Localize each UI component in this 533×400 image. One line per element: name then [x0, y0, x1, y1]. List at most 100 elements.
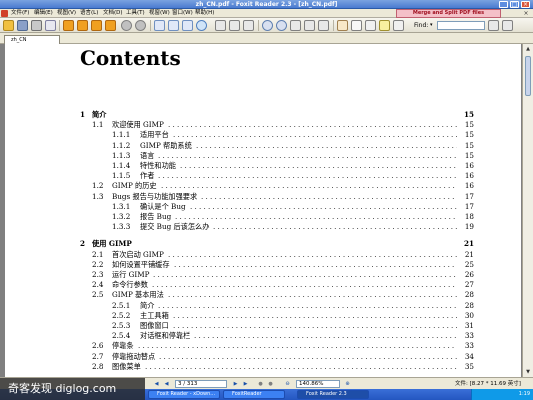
fit-width-icon[interactable]	[168, 20, 179, 31]
document-size-label: 文件: [8.27 * 11.69 英寸]	[455, 381, 521, 387]
menu-views[interactable]: 视窗(W)	[149, 9, 170, 18]
zoom-icon[interactable]	[196, 20, 207, 31]
find-next-icon[interactable]	[502, 20, 513, 31]
previous-page-button[interactable]: ◀	[162, 380, 171, 388]
toc-entry[interactable]: 2.8 图像菜单.................................…	[5, 362, 521, 372]
forward-button[interactable]: ●	[266, 380, 275, 388]
find-previous-icon[interactable]	[488, 20, 499, 31]
toc-entry[interactable]: 1.3.1 确认是个 Bug...........................…	[5, 202, 521, 212]
vertical-scrollbar[interactable]: ▲ ▼	[522, 44, 533, 377]
toc-entry[interactable]: 2.5.2 主工具箱...............................…	[5, 311, 521, 321]
toc-entry[interactable]: 1.3.3 提交 Bug 后该怎么办.......................…	[5, 222, 521, 232]
note-icon[interactable]	[379, 20, 390, 31]
open-folder-icon[interactable]	[3, 20, 14, 31]
fit-page-icon[interactable]	[154, 20, 165, 31]
toc-entry[interactable]: 2.3 运行 GIMP..............................…	[5, 270, 521, 280]
typewriter-icon[interactable]	[393, 20, 404, 31]
last-page-button[interactable]: ▶	[241, 380, 250, 388]
page-number-field[interactable]: 3 / 313	[175, 380, 227, 388]
hand-tool-icon[interactable]	[337, 20, 348, 31]
rotate-left-icon[interactable]	[215, 20, 226, 31]
toc-entry[interactable]: 2.5.4 对话框和停靠栏............................…	[5, 331, 521, 341]
back-button[interactable]: ●	[256, 380, 265, 388]
toc-entry[interactable]: 2.5.3 图像窗口...............................…	[5, 321, 521, 331]
actual-size-icon[interactable]	[182, 20, 193, 31]
toc-entry-number: 2.5.4	[112, 331, 131, 341]
toc-entry[interactable]: 2.2 如何设置平铺缓存.............................…	[5, 260, 521, 270]
toc-entry-number: 2.6	[92, 341, 104, 351]
toc-entry-number: 1.1.5	[112, 171, 131, 181]
back-icon[interactable]	[121, 20, 132, 31]
toc-entry[interactable]: 1.2 GIMP 的历史.............................…	[5, 181, 521, 191]
zoom-in-button[interactable]: ⊕	[343, 380, 352, 388]
document-view[interactable]: Contents 1 简介 15 1.1 欢迎使用 GIMP..............…	[0, 44, 533, 377]
menu-tools[interactable]: 工具(T)	[126, 9, 145, 18]
menu-window[interactable]: 窗口(W)	[172, 9, 193, 18]
last-page-icon[interactable]	[105, 20, 116, 31]
first-page-icon[interactable]	[63, 20, 74, 31]
menu-language[interactable]: 语言(L)	[80, 9, 98, 18]
save-icon[interactable]	[17, 20, 28, 31]
toc-entry[interactable]: 1.1.1 适用平台...............................…	[5, 130, 521, 140]
toc-entry[interactable]: 1.1.2 GIMP 帮助系统..........................…	[5, 141, 521, 151]
rotate-right-icon[interactable]	[229, 20, 240, 31]
toc-entry-number: 1.1.1	[112, 130, 131, 140]
next-page-button[interactable]: ▶	[231, 380, 240, 388]
taskbar-item-foxit-xdown[interactable]: Foxit Reader - xDown...	[148, 390, 220, 399]
toc-entry[interactable]: 1.3 Bugs 报告与功能加强要求.......................…	[5, 192, 521, 202]
toolbar-separator	[258, 20, 259, 31]
zoom-out-button[interactable]: ⊖	[283, 380, 292, 388]
close-document-icon[interactable]: ×	[522, 10, 530, 17]
toc-entry-page: 17	[464, 201, 474, 211]
menu-view[interactable]: 视图(V)	[57, 9, 76, 18]
find-input[interactable]	[437, 21, 485, 30]
forward-icon[interactable]	[135, 20, 146, 31]
toc-entry[interactable]: 2.7 停靠拖动替点...............................…	[5, 352, 521, 362]
taskbar-item-foxitreader[interactable]: FoxitReader	[223, 390, 285, 399]
taskbar-item-foxit-reader-2-3[interactable]: Foxit Reader 2.3	[297, 390, 369, 399]
menu-document[interactable]: 文档(D)	[103, 9, 123, 18]
maximize-button[interactable]: □	[510, 1, 519, 8]
next-page-icon[interactable]	[91, 20, 102, 31]
scrollbar-thumb[interactable]	[525, 56, 531, 96]
scroll-down-icon[interactable]: ▼	[524, 368, 532, 376]
toc-entry[interactable]: 1 简介 15	[5, 110, 521, 120]
tab-zh-cn[interactable]: zh_CN	[4, 35, 60, 44]
select-text-icon[interactable]	[351, 20, 362, 31]
close-window-button[interactable]: ×	[521, 1, 530, 8]
toc-entry[interactable]: 1.1.5 作者.................................…	[5, 171, 521, 181]
toc-entry[interactable]: 2.5.1 简介.................................…	[5, 301, 521, 311]
zoom-in-icon[interactable]	[276, 20, 287, 31]
single-page-icon[interactable]	[318, 20, 329, 31]
toc-entry-page: 31	[464, 321, 474, 330]
snapshot-icon[interactable]	[365, 20, 376, 31]
page-layout-icon[interactable]	[243, 20, 254, 31]
zoom-field[interactable]: 140.86%	[296, 380, 340, 388]
continuous-page-icon[interactable]	[290, 20, 301, 31]
toc-entry[interactable]: 2.5 GIMP 基本用法............................…	[5, 290, 521, 300]
facing-page-icon[interactable]	[304, 20, 315, 31]
menu-edit[interactable]: 编辑(E)	[34, 9, 53, 18]
ad-banner-link[interactable]: Merge and Split PDF files	[396, 9, 501, 18]
previous-page-icon[interactable]	[77, 20, 88, 31]
find-options-icon[interactable]: ▾	[430, 21, 433, 30]
menu-help[interactable]: 帮助(H)	[195, 9, 214, 18]
copy-icon[interactable]	[45, 20, 56, 31]
toc-entry[interactable]: 1.1.3 语言.................................…	[5, 151, 521, 161]
toc-entry-title: 首次启动 GIMP	[112, 249, 164, 259]
zoom-out-icon[interactable]	[262, 20, 273, 31]
toc-entry[interactable]: 2.6 停靠条..................................…	[5, 341, 521, 351]
menu-file[interactable]: 文件(F)	[11, 9, 29, 18]
toc-entry[interactable]: 1.1 欢迎使用 GIMP............................…	[5, 120, 521, 130]
toc-entry[interactable]: 2.4 命令行参数................................…	[5, 280, 521, 290]
minimize-button[interactable]: _	[499, 1, 508, 8]
toc-entry[interactable]: 2.1 首次启动 GIMP............................…	[5, 250, 521, 260]
first-page-button[interactable]: ◀	[152, 380, 161, 388]
toc-entry[interactable]: 1.1.4 特性和功能..............................…	[5, 161, 521, 171]
toc-entry[interactable]: 1.3.2 报告 Bug.............................…	[5, 212, 521, 222]
toc-entry-number: 1	[80, 110, 86, 119]
toc-entry[interactable]: 2 使用 GIMP 21	[5, 239, 521, 249]
print-icon[interactable]	[31, 20, 42, 31]
toc-entry-title: 运行 GIMP	[112, 270, 150, 279]
scroll-up-icon[interactable]: ▲	[524, 45, 532, 53]
